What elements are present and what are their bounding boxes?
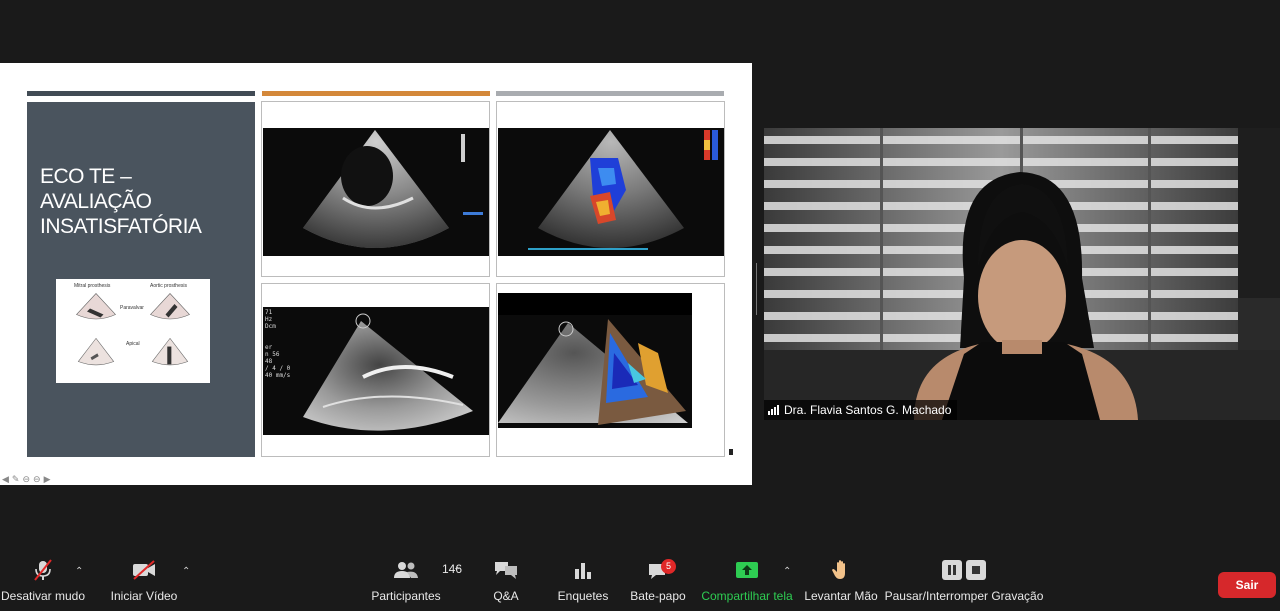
- recording-label: Pausar/Interromper Gravação: [884, 589, 1044, 603]
- zoom-in-icon[interactable]: ⊖: [33, 474, 41, 485]
- zoom-meeting-window: ECO TE – AVALIAÇÃO INSATISFATÓRIA Mitral…: [0, 0, 1280, 611]
- participants-label: Participantes: [371, 589, 441, 603]
- recording-buttons: [942, 556, 986, 584]
- zoom-out-icon[interactable]: ⊖: [22, 474, 30, 485]
- aortic-parasternal-fan: [149, 293, 191, 320]
- mitral-parasternal-fan: [75, 293, 117, 320]
- raise-hand-label: Levantar Mão: [804, 589, 878, 603]
- echo-doppler-image-2: [498, 128, 724, 256]
- signal-strength-icon: [768, 405, 779, 415]
- echo-image-frame-4: [496, 283, 725, 457]
- chat-unread-badge: 5: [661, 559, 676, 574]
- chat-label: Bate-papo: [630, 589, 686, 603]
- mitral-apical-fan: [77, 337, 115, 366]
- polls-button[interactable]: Enquetes: [557, 556, 609, 603]
- raised-hand-icon: [831, 556, 851, 584]
- participants-options-caret-icon[interactable]: ⌃: [453, 566, 461, 577]
- prosthesis-diagram: Mitral prosthesis Aortic prosthesis Para…: [56, 279, 210, 383]
- muted-microphone-icon: [31, 556, 55, 584]
- share-label: Compartilhar tela: [701, 589, 793, 603]
- mute-label: Desativar mudo: [0, 589, 86, 603]
- share-screen-arrow-icon: [735, 556, 759, 584]
- pane-splitter-handle[interactable]: [756, 263, 760, 315]
- aortic-apical-fan: [151, 337, 189, 366]
- figure-label-aortic: Aortic prosthesis: [150, 283, 187, 289]
- echo3-overlay-text: 71 Hz Dcm er n 56 48 / 4 / 0 40 mm/s: [265, 309, 291, 379]
- echo-grayscale-image-3: 71 Hz Dcm er n 56 48 / 4 / 0 40 mm/s: [263, 307, 489, 435]
- participants-button[interactable]: 146 Participantes: [371, 556, 462, 603]
- participant-name: Dra. Flavia Santos G. Machado: [784, 403, 952, 417]
- video-options-caret-icon[interactable]: ⌃: [182, 566, 190, 577]
- echo4-black-header: [498, 293, 692, 315]
- mouse-cursor-icon: [729, 449, 733, 455]
- echo-image-frame-3: 71 Hz Dcm er n 56 48 / 4 / 0 40 mm/s: [261, 283, 490, 457]
- qa-button[interactable]: Q&A: [488, 556, 524, 603]
- leave-meeting-button[interactable]: Sair: [1218, 572, 1276, 598]
- qa-label: Q&A: [493, 589, 519, 603]
- participant-name-tag: Dra. Flavia Santos G. Machado: [764, 400, 958, 420]
- audio-options-caret-icon[interactable]: ⌃: [75, 566, 83, 577]
- raise-hand-button[interactable]: Levantar Mão: [804, 556, 878, 603]
- recording-controls: Pausar/Interromper Gravação: [885, 556, 1043, 603]
- echo-grayscale-image-1: [263, 128, 489, 256]
- start-video-button[interactable]: Iniciar Vídeo: [108, 556, 180, 603]
- share-screen-button[interactable]: Compartilhar tela: [701, 556, 793, 603]
- share-options-caret-icon[interactable]: ⌃: [783, 566, 791, 577]
- echo-image-frame-1: [261, 101, 490, 277]
- pen-icon[interactable]: ✎: [12, 474, 20, 485]
- slide-annotation-controls: ◀ ✎ ⊖ ⊖ ▶: [2, 474, 50, 485]
- slide-accent-bar-gray: [496, 91, 724, 96]
- participant-video: Dra. Flavia Santos G. Machado: [764, 128, 1280, 420]
- polls-bar-chart-icon: [572, 556, 594, 584]
- slide-title-line: ECO TE –: [40, 165, 132, 188]
- video-off-camera-icon: [131, 556, 157, 584]
- qa-bubbles-icon: [493, 556, 519, 584]
- video-frame: [764, 128, 1280, 420]
- forward-arrow-icon[interactable]: ▶: [44, 474, 51, 485]
- chat-bubble-icon: 5: [647, 556, 676, 584]
- slide-accent-bar-dark: [27, 91, 255, 96]
- echo-image-frame-2: [496, 101, 725, 277]
- figure-label-apical: Apical: [126, 341, 140, 347]
- polls-label: Enquetes: [557, 589, 609, 603]
- slide-title-line: INSATISFATÓRIA: [40, 215, 202, 238]
- pause-recording-icon[interactable]: [942, 560, 962, 580]
- slide-title: ECO TE – AVALIAÇÃO INSATISFATÓRIA: [40, 164, 250, 239]
- meeting-toolbar: Desativar mudo ⌃ Iniciar Vídeo ⌃ 146 Par…: [0, 556, 1280, 611]
- slide-title-panel: ECO TE – AVALIAÇÃO INSATISFATÓRIA Mitral…: [27, 102, 255, 457]
- slide-title-line: AVALIAÇÃO: [40, 190, 152, 213]
- shared-slide: ECO TE – AVALIAÇÃO INSATISFATÓRIA Mitral…: [0, 63, 752, 485]
- chat-button[interactable]: 5 Bate-papo: [630, 556, 686, 603]
- back-arrow-icon[interactable]: ◀: [2, 474, 9, 485]
- stop-recording-icon[interactable]: [966, 560, 986, 580]
- slide-accent-bar-orange: [262, 91, 490, 96]
- figure-label-mitral: Mitral prosthesis: [74, 283, 111, 289]
- unmute-button[interactable]: Desativar mudo: [0, 556, 86, 603]
- participants-icon: 146: [393, 556, 462, 584]
- video-label: Iniciar Vídeo: [110, 589, 178, 603]
